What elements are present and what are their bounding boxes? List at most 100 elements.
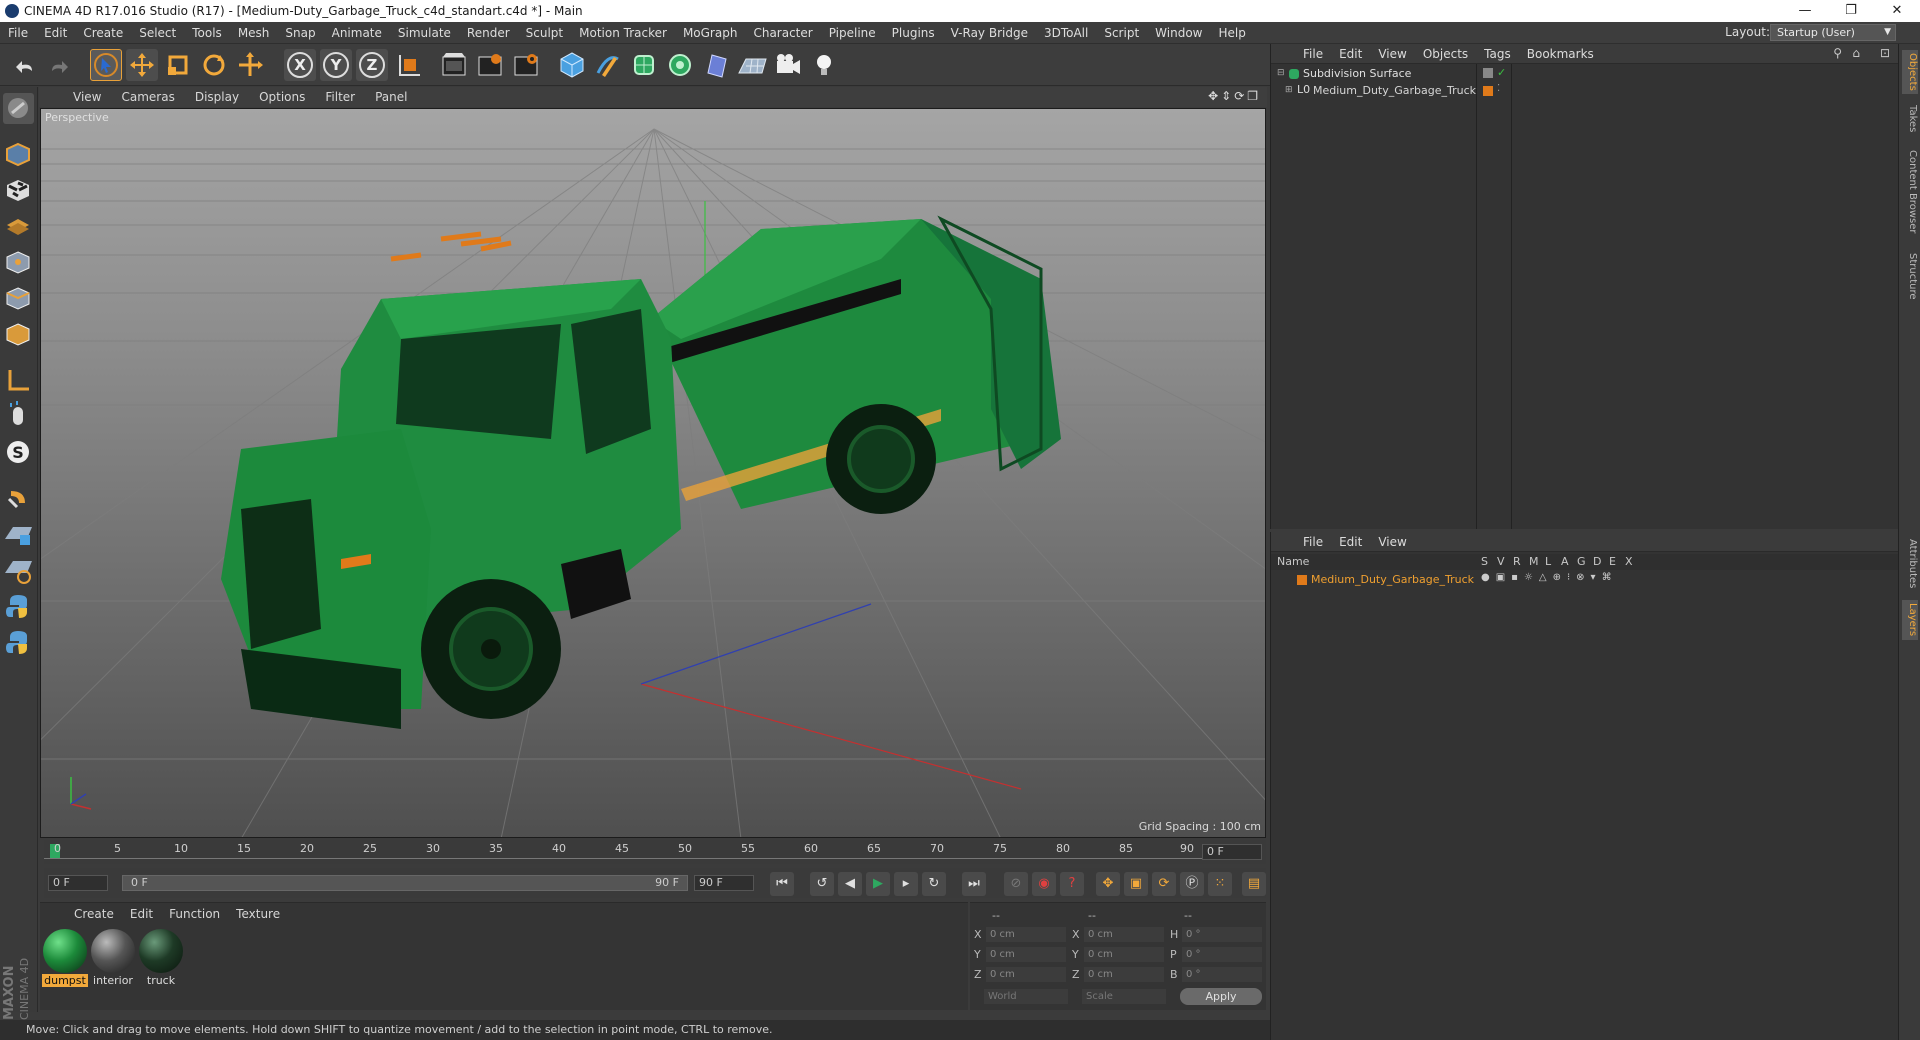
scale-icon[interactable] — [162, 49, 194, 81]
scale-dropdown[interactable]: Scale — [1082, 989, 1166, 1004]
menu-script[interactable]: Script — [1096, 26, 1147, 40]
redo-icon[interactable] — [44, 49, 76, 81]
grid-lock-icon[interactable] — [3, 519, 34, 550]
edit-render-settings-icon[interactable] — [510, 49, 542, 81]
points-mode-icon[interactable] — [3, 139, 34, 170]
collapse-icon[interactable]: ⊟ — [1277, 68, 1285, 78]
size-z-field[interactable]: 0 cm — [1084, 967, 1164, 982]
menu-help[interactable]: Help — [1210, 26, 1253, 40]
viewport-menu-display[interactable]: Display — [185, 90, 249, 104]
menu-plugins[interactable]: Plugins — [884, 26, 943, 40]
snap-icon[interactable] — [3, 401, 34, 432]
rotation-b-field[interactable]: 0 ° — [1182, 967, 1262, 982]
world-dropdown[interactable]: World — [984, 989, 1068, 1004]
layers-menu-edit[interactable]: Edit — [1331, 535, 1370, 549]
viewport-menu-cameras[interactable]: Cameras — [111, 90, 184, 104]
edges-mode-icon[interactable] — [3, 211, 34, 242]
restore-button[interactable]: ❐ — [1828, 0, 1874, 22]
locator-icon[interactable] — [3, 365, 34, 396]
y-axis-icon[interactable]: Y — [320, 49, 352, 81]
play-icon[interactable]: ▶ — [866, 872, 890, 896]
position-x-field[interactable]: 0 cm — [986, 927, 1066, 942]
render-picture-viewer-icon[interactable] — [474, 49, 506, 81]
python2-icon[interactable] — [3, 627, 34, 658]
objects-menu-view[interactable]: View — [1370, 47, 1414, 61]
polygons-mode-icon[interactable] — [3, 247, 34, 278]
rotation-h-field[interactable]: 0 ° — [1182, 927, 1262, 942]
render-view-icon[interactable] — [438, 49, 470, 81]
sculpt-icon[interactable]: S — [3, 437, 34, 468]
enabled-check-icon[interactable]: ✓ — [1497, 66, 1506, 79]
3d-viewport[interactable]: Perspective Grid Spacing: 100 cm — [40, 108, 1266, 838]
tab-layers[interactable]: Layers — [1902, 600, 1918, 640]
menu-motion-tracker[interactable]: Motion Tracker — [571, 26, 675, 40]
object-row[interactable]: ⊞ L0 Medium_Duty_Garbage_Truck ⁚ — [1271, 83, 1899, 100]
layer-row[interactable]: Medium_Duty_Garbage_Truck ●▣▪☼△⊕⁝⊗▾⌘ — [1271, 572, 1899, 589]
expand-icon[interactable]: ⊞ — [1285, 85, 1293, 95]
position-y-field[interactable]: 0 cm — [986, 947, 1066, 962]
menu-simulate[interactable]: Simulate — [390, 26, 459, 40]
menu-select[interactable]: Select — [131, 26, 184, 40]
floor-icon[interactable] — [736, 49, 768, 81]
mograph-cloner-icon[interactable] — [664, 49, 696, 81]
menu-sculpt[interactable]: Sculpt — [518, 26, 571, 40]
menu-window[interactable]: Window — [1147, 26, 1210, 40]
position-key-icon[interactable]: ✥ — [1096, 872, 1120, 896]
objects-menu-tags[interactable]: Tags — [1476, 47, 1519, 61]
layers-menu-view[interactable]: View — [1370, 535, 1414, 549]
next-frame-icon[interactable]: ▸ — [894, 872, 918, 896]
viewport-menu-options[interactable]: Options — [249, 90, 315, 104]
timeline-window-icon[interactable]: ▤ — [1242, 872, 1266, 896]
end-frame-field[interactable]: 0 F — [1202, 844, 1262, 860]
layer-toggles-icons[interactable]: ●▣▪☼△⊕⁝⊗▾⌘ — [1481, 572, 1618, 583]
close-button[interactable]: ✕ — [1874, 0, 1920, 22]
tab-attributes[interactable]: Attributes — [1902, 534, 1918, 594]
viewport-menu-view[interactable]: View — [63, 90, 111, 104]
menu-vray-bridge[interactable]: V-Ray Bridge — [943, 26, 1036, 40]
menu-character[interactable]: Character — [745, 26, 820, 40]
z-axis-icon[interactable]: Z — [356, 49, 388, 81]
tab-takes[interactable]: Takes — [1902, 102, 1918, 136]
layer-color-swatch[interactable] — [1297, 575, 1307, 585]
size-y-field[interactable]: 0 cm — [1084, 947, 1164, 962]
menu-animate[interactable]: Animate — [324, 26, 390, 40]
viewport-nav-icons[interactable]: ✥⇕⟳❐ — [1208, 89, 1261, 103]
deformer-icon[interactable] — [700, 49, 732, 81]
apply-button[interactable]: Apply — [1180, 988, 1262, 1005]
minimize-button[interactable]: — — [1782, 0, 1828, 22]
viewport-menu-filter[interactable]: Filter — [315, 90, 365, 104]
material-menu-function[interactable]: Function — [161, 907, 228, 921]
uv-icon[interactable] — [3, 319, 34, 350]
material-menu-create[interactable]: Create — [66, 907, 122, 921]
edit-toggle-icon[interactable] — [1483, 68, 1493, 78]
scale-key-icon[interactable]: ▣ — [1124, 872, 1148, 896]
object-axis-icon[interactable] — [3, 283, 34, 314]
tab-content-browser[interactable]: Content Browser — [1902, 144, 1918, 240]
texture-mode-icon[interactable] — [3, 175, 34, 206]
material-menu-edit[interactable]: Edit — [122, 907, 161, 921]
rotation-key-icon[interactable]: ⟳ — [1152, 872, 1176, 896]
search-icon[interactable]: ⚲ — [1833, 46, 1842, 60]
menu-tools[interactable]: Tools — [184, 26, 230, 40]
menu-mograph[interactable]: MoGraph — [675, 26, 746, 40]
material-swatch-dumpst[interactable]: dumpst — [42, 929, 88, 989]
previous-key-icon[interactable]: ↺ — [810, 872, 834, 896]
python-icon[interactable] — [3, 591, 34, 622]
timeline-ruler[interactable]: 0 5 10 15 20 25 30 35 40 45 50 55 60 65 … — [44, 840, 1266, 864]
record-keyframes-icon[interactable]: ⊘ — [1004, 872, 1028, 896]
pla-key-icon[interactable]: ⁙ — [1208, 872, 1232, 896]
select-icon[interactable] — [90, 49, 122, 81]
transform-icon[interactable] — [234, 49, 266, 81]
menu-file[interactable]: File — [0, 26, 36, 40]
magnet-icon[interactable] — [3, 483, 34, 514]
frame-range-slider[interactable]: 0 F 90 F — [122, 875, 688, 891]
camera-icon[interactable] — [772, 49, 804, 81]
objects-menu-objects[interactable]: Objects — [1415, 47, 1476, 61]
go-to-end-icon[interactable]: ⏭ — [962, 872, 986, 896]
grid-rotate-icon[interactable] — [3, 555, 34, 586]
max-frame-field[interactable]: 90 F — [694, 875, 754, 891]
undo-icon[interactable] — [8, 49, 40, 81]
rotate-icon[interactable] — [198, 49, 230, 81]
x-axis-icon[interactable]: X — [284, 49, 316, 81]
keyframe-selection-icon[interactable]: ? — [1060, 872, 1084, 896]
